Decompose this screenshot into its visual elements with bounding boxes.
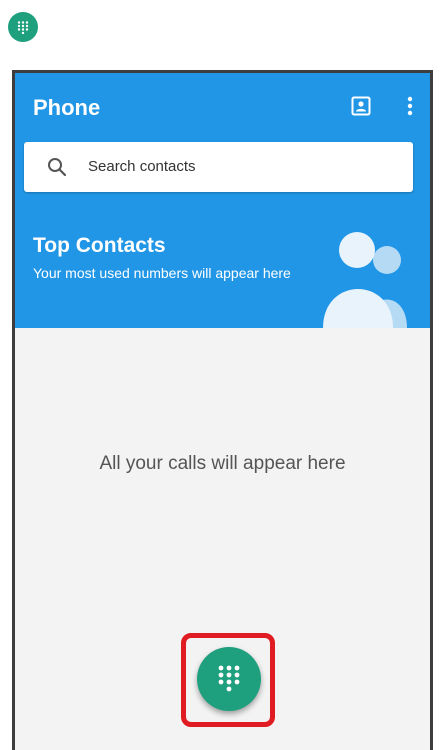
people-silhouette-icon xyxy=(323,232,407,328)
top-contacts-title: Top Contacts xyxy=(33,234,166,257)
app-header: Phone Search contacts Top Contacts Your … xyxy=(15,73,430,328)
contacts-button[interactable] xyxy=(350,95,372,117)
dialpad-icon xyxy=(218,665,240,692)
more-vert-icon xyxy=(407,96,413,116)
contacts-icon xyxy=(351,96,371,116)
phone-screen: Phone Search contacts Top Contacts Your … xyxy=(12,70,433,750)
search-icon xyxy=(48,158,67,177)
app-title: Phone xyxy=(33,95,101,120)
app-icon xyxy=(8,12,38,42)
empty-calls-message: All your calls will appear here xyxy=(99,453,346,474)
more-options-button[interactable] xyxy=(403,95,417,117)
top-contacts-subtitle: Your most used numbers will appear here xyxy=(33,265,291,281)
search-input[interactable]: Search contacts xyxy=(24,142,413,192)
dialpad-fab-button[interactable] xyxy=(197,647,261,711)
dialpad-icon xyxy=(17,21,29,34)
top-contacts-banner: Top Contacts Your most used numbers will… xyxy=(15,208,430,328)
search-placeholder: Search contacts xyxy=(88,158,196,175)
